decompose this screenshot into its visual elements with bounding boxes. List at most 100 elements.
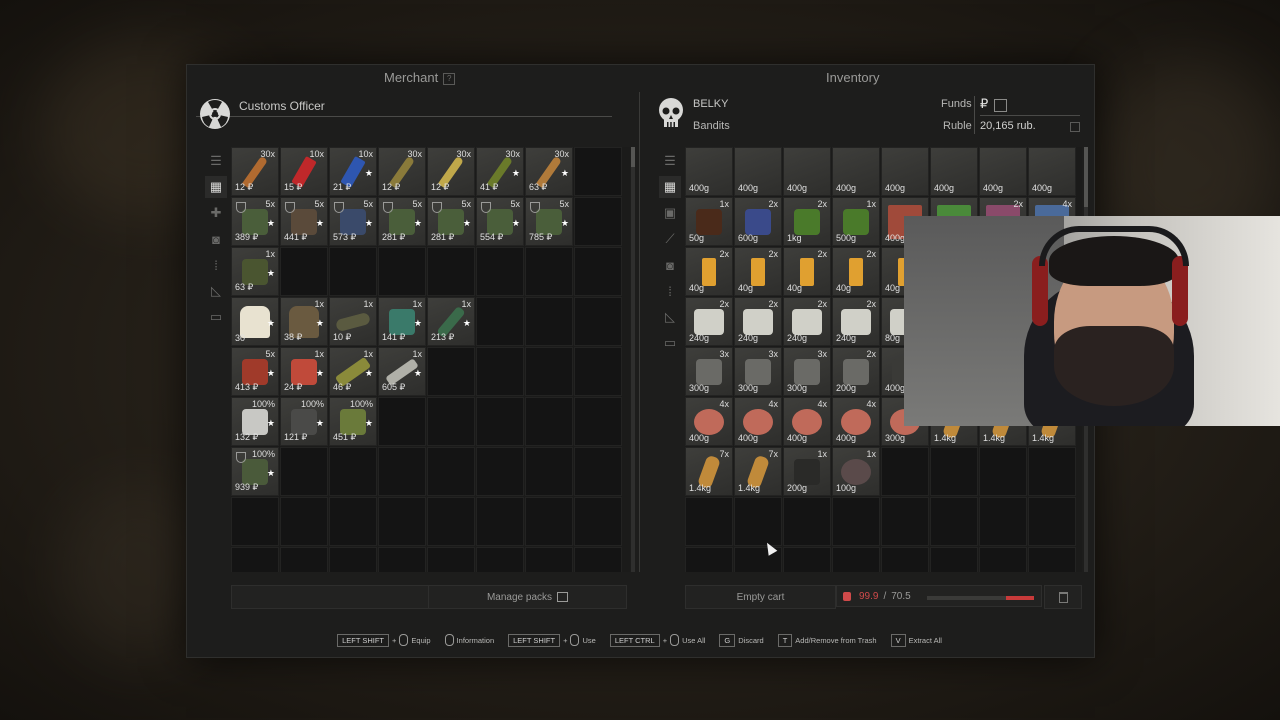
grid-icon[interactable]: ▦ <box>205 176 227 198</box>
item-slot[interactable]: 100% ★ 121 ₽ <box>280 397 328 446</box>
item-weight: 400g <box>787 433 808 443</box>
ruble-currency-icon[interactable]: ₽ <box>980 96 988 112</box>
item-slot[interactable]: 100% ★ 132 ₽ <box>231 397 279 446</box>
item-slot[interactable]: 1x ★ 46 ₽ <box>329 347 377 396</box>
item-slot[interactable]: 400g <box>685 147 733 196</box>
item-slot[interactable]: 2x 40g <box>783 247 831 296</box>
item-slot[interactable]: 1x ★ 24 ₽ <box>280 347 328 396</box>
item-slot[interactable]: 400g <box>1028 147 1076 196</box>
item-slot[interactable]: 2x 600g <box>734 197 782 246</box>
item-slot[interactable]: 100% ★ 451 ₽ <box>329 397 377 446</box>
item-slot[interactable]: 2x 240g <box>832 297 880 346</box>
item-slot[interactable]: 2x 240g <box>685 297 733 346</box>
item-slot[interactable]: 2x 200g <box>832 347 880 396</box>
bandage-icon[interactable]: ✚ <box>205 202 227 224</box>
trash-button[interactable] <box>1044 585 1082 609</box>
item-slot[interactable]: 2x 240g <box>734 297 782 346</box>
item-slot[interactable]: 3x 300g <box>734 347 782 396</box>
item-slot[interactable]: 10x 15 ₽ <box>280 147 328 196</box>
item-slot[interactable]: 1x 500g <box>832 197 880 246</box>
rifle-icon[interactable]: ⟋ <box>659 228 681 250</box>
grid-icon[interactable]: ▦ <box>659 176 681 198</box>
item-slot[interactable]: 400g <box>783 147 831 196</box>
item-slot[interactable]: 3x 300g <box>685 347 733 396</box>
item-slot[interactable]: 4x 400g <box>783 397 831 446</box>
item-slot[interactable]: 1x 200g <box>783 447 831 496</box>
item-slot[interactable]: 1x 50g <box>685 197 733 246</box>
item-slot[interactable]: 4x 400g <box>734 397 782 446</box>
item-slot[interactable]: 30x 12 ₽ <box>378 147 426 196</box>
empty-cart-button[interactable]: Empty cart <box>685 585 836 609</box>
item-slot[interactable]: 5x ★ 413 ₽ <box>231 347 279 396</box>
item-slot[interactable]: 2x 40g <box>734 247 782 296</box>
item-slot[interactable]: 2x 40g <box>685 247 733 296</box>
ammo-icon[interactable]: ⁞ <box>659 280 681 302</box>
camera-icon[interactable]: ◙ <box>205 228 227 250</box>
item-slot[interactable]: 2x 40g <box>832 247 880 296</box>
item-slot[interactable]: 5x ★ 389 ₽ <box>231 197 279 246</box>
merchant-scrollbar[interactable] <box>631 147 635 572</box>
item-slot[interactable]: 30x 12 ₽ <box>231 147 279 196</box>
item-slot[interactable]: 7x 1.4kg <box>734 447 782 496</box>
backpack-icon[interactable]: ▣ <box>659 202 681 224</box>
item-count: 30x <box>260 149 275 159</box>
item-slot[interactable]: 7x 1.4kg <box>685 447 733 496</box>
item-slot[interactable]: 400g <box>930 147 978 196</box>
item-slot[interactable]: 5x ★ 281 ₽ <box>378 197 426 246</box>
item-slot[interactable]: 4x 400g <box>685 397 733 446</box>
item-slot[interactable]: 400g <box>979 147 1027 196</box>
item-slot[interactable]: 5x ★ 573 ₽ <box>329 197 377 246</box>
item-slot[interactable]: 400g <box>881 147 929 196</box>
item-slot[interactable]: 1x ★ 605 ₽ <box>378 347 426 396</box>
item-slot[interactable]: 1x ★ 213 ₽ <box>427 297 475 346</box>
hotkey-label: Add/Remove from Trash <box>795 635 877 645</box>
star-icon: ★ <box>315 368 324 378</box>
item-slot[interactable]: 4x 400g <box>832 397 880 446</box>
item-slot[interactable]: 5x ★ 554 ₽ <box>476 197 524 246</box>
tape-icon <box>841 308 871 335</box>
item-slot[interactable]: 30x ★ 41 ₽ <box>476 147 524 196</box>
ammo-pack-icon <box>438 208 464 235</box>
ammo-icon[interactable]: ⁞ <box>205 254 227 276</box>
item-slot[interactable]: 1x ★ 63 ₽ <box>231 247 279 296</box>
empty-slot <box>427 497 475 546</box>
item-slot[interactable]: 1x ★ 38 ₽ <box>280 297 328 346</box>
item-weight: 400g <box>885 183 906 193</box>
weight-indicator: 99.9 / 70.5 <box>836 585 1042 607</box>
item-slot[interactable]: 100% ★ 939 ₽ <box>231 447 279 496</box>
list-icon[interactable]: ☰ <box>205 150 227 172</box>
item-slot[interactable]: 30x 12 ₽ <box>427 147 475 196</box>
merchant-filter-tabs: ☰ ▦ ✚ ◙ ⁞ ◺ ▭ <box>205 150 227 332</box>
item-slot[interactable]: 400g <box>832 147 880 196</box>
item-slot[interactable]: 1x ★ 141 ₽ <box>378 297 426 346</box>
item-slot[interactable]: 3x 300g <box>783 347 831 396</box>
camera-icon[interactable]: ◙ <box>659 254 681 276</box>
item-slot[interactable]: 5x ★ 281 ₽ <box>427 197 475 246</box>
item-slot[interactable]: 10x ★ 21 ₽ <box>329 147 377 196</box>
item-slot[interactable]: 2x 240g <box>783 297 831 346</box>
star-icon: ★ <box>511 168 520 178</box>
empty-slot <box>1028 497 1076 546</box>
item-slot[interactable]: 2x 1kg <box>783 197 831 246</box>
box-icon[interactable]: ▭ <box>659 332 681 354</box>
item-count: 30x <box>456 149 471 159</box>
manage-packs-button[interactable]: Manage packs <box>428 585 627 609</box>
empty-slot <box>378 547 426 572</box>
item-slot[interactable]: ★ 30 <box>231 297 279 346</box>
item-slot[interactable]: 30x ★ 63 ₽ <box>525 147 573 196</box>
ruler-icon[interactable]: ◺ <box>205 280 227 302</box>
currency-switch-icon[interactable] <box>994 99 1007 112</box>
item-slot[interactable]: 400g <box>734 147 782 196</box>
list-icon[interactable]: ☰ <box>659 150 681 172</box>
item-slot[interactable]: 1x 100g <box>832 447 880 496</box>
ruler-icon[interactable]: ◺ <box>659 306 681 328</box>
item-slot[interactable]: 5x ★ 785 ₽ <box>525 197 573 246</box>
item-count: 4x <box>719 399 729 409</box>
item-count: 100% <box>251 449 275 459</box>
help-icon[interactable]: ? <box>443 72 456 85</box>
item-slot[interactable]: 5x ★ 441 ₽ <box>280 197 328 246</box>
item-price: 132 ₽ <box>235 432 259 442</box>
box-icon[interactable]: ▭ <box>205 306 227 328</box>
funds-info-icon[interactable] <box>1070 122 1080 132</box>
item-slot[interactable]: 1x 10 ₽ <box>329 297 377 346</box>
